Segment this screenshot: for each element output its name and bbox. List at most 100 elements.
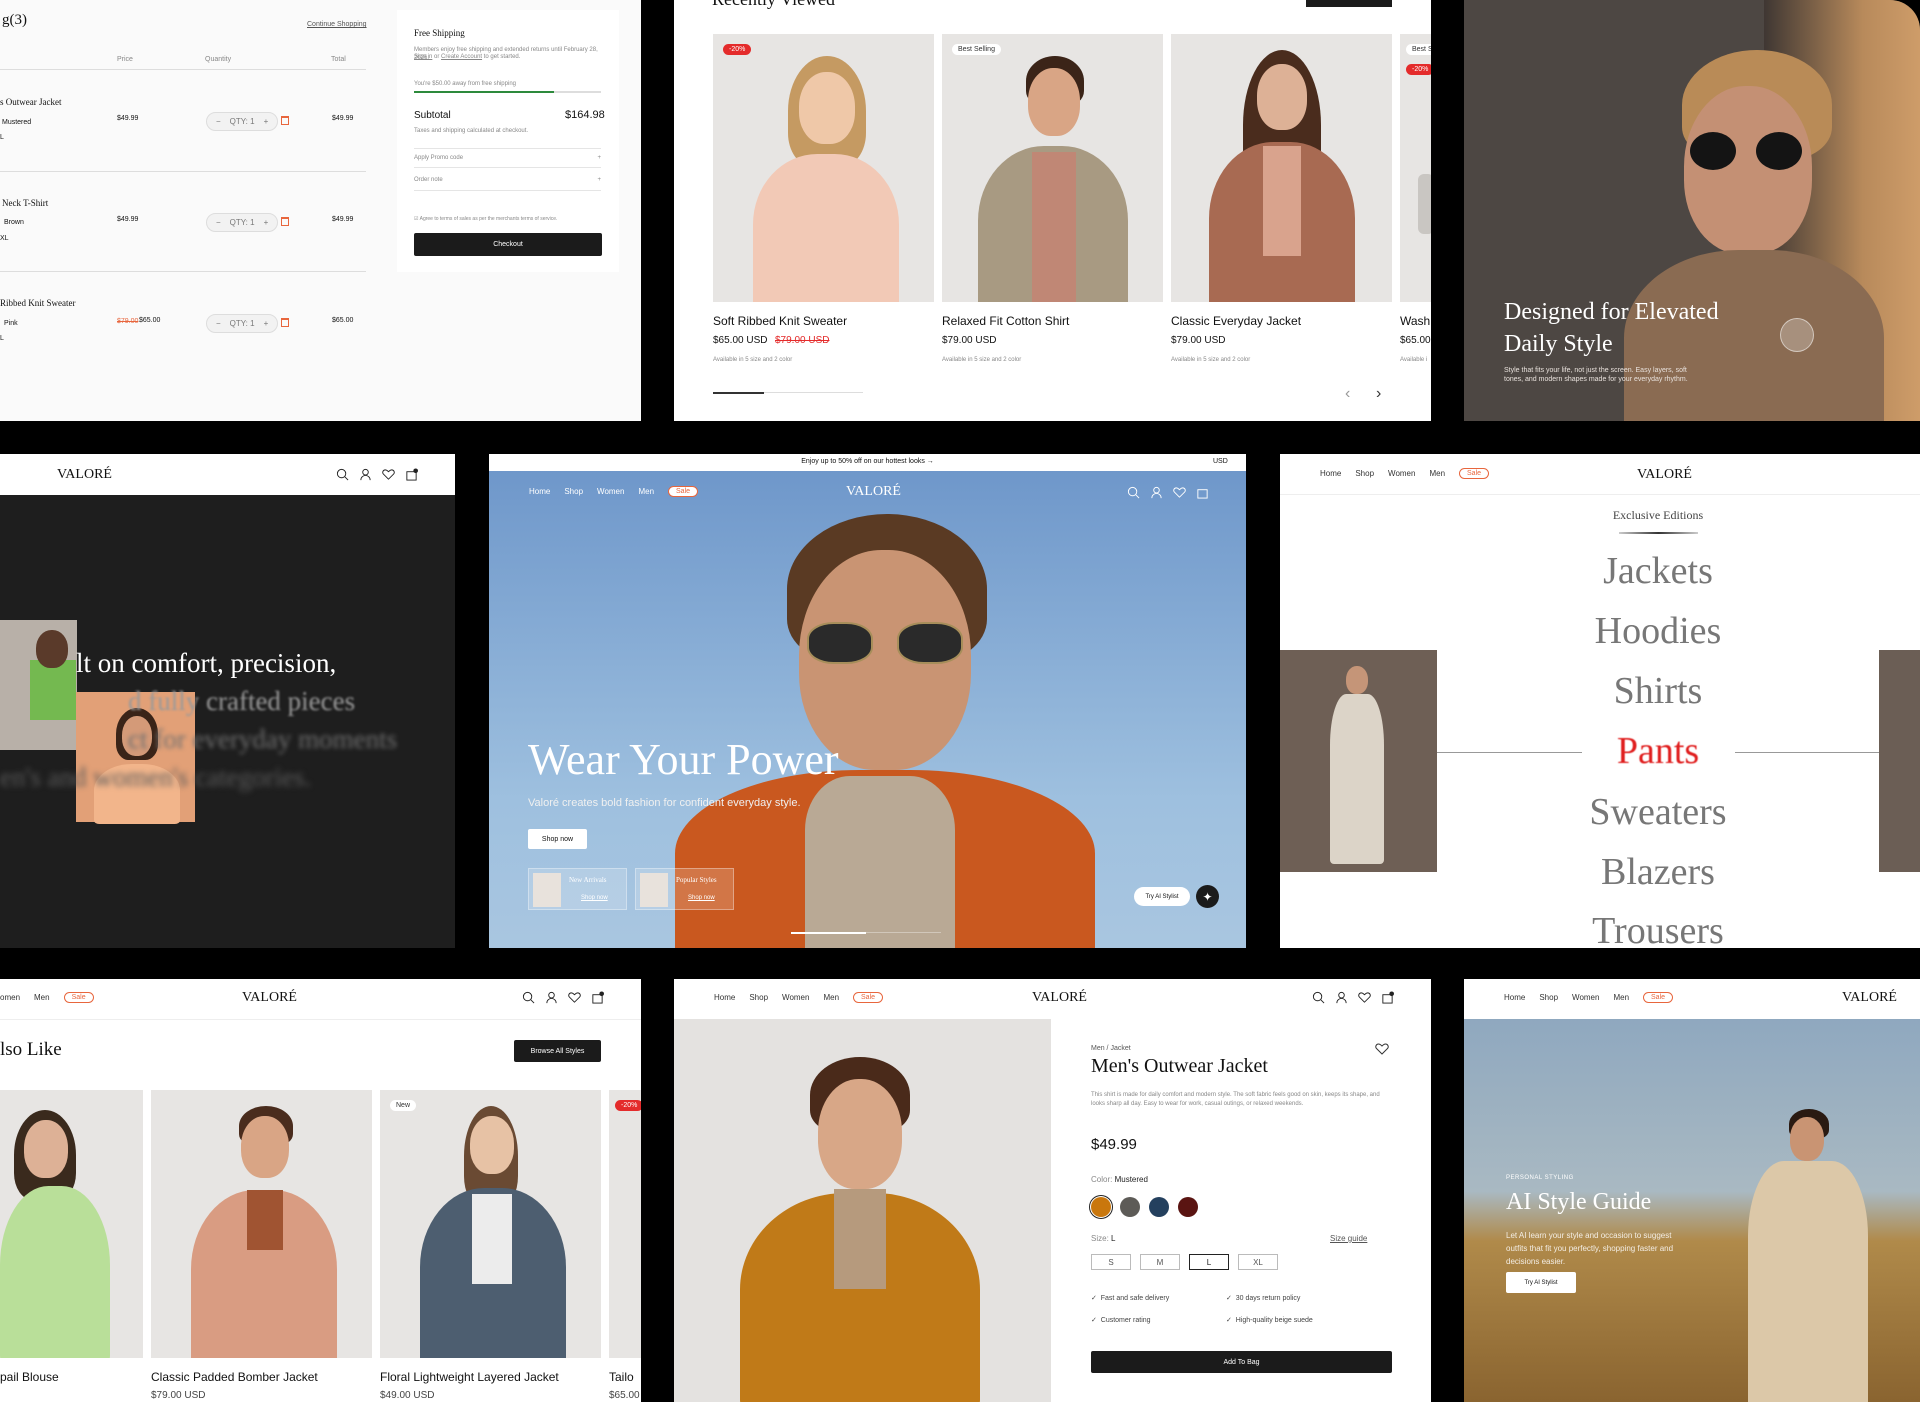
product-name[interactable]: Soft Ribbed Knit Sweater — [713, 314, 847, 328]
product-image[interactable]: -20% — [713, 34, 934, 302]
bag-icon[interactable] — [1381, 991, 1394, 1009]
bag-icon[interactable] — [405, 468, 418, 486]
nav-women[interactable]: omen — [0, 993, 20, 1002]
decrement-button[interactable]: − — [216, 218, 221, 227]
checkout-button[interactable]: Checkout — [414, 233, 602, 256]
promo-code-row[interactable]: Apply Promo code + — [414, 155, 601, 161]
category-item[interactable]: Hoodies — [1280, 609, 1920, 653]
nav-sale[interactable]: Sale — [668, 486, 699, 497]
carousel-scrollbar[interactable] — [713, 392, 863, 394]
search-icon[interactable] — [1127, 486, 1140, 504]
product-gallery-image[interactable] — [674, 1019, 1051, 1402]
user-icon[interactable] — [359, 468, 372, 486]
product-name[interactable]: Classic Padded Bomber Jacket — [151, 1370, 318, 1384]
increment-button[interactable]: + — [264, 117, 269, 126]
user-icon[interactable] — [1335, 991, 1348, 1009]
size-guide-link[interactable]: Size guide — [1330, 1234, 1367, 1243]
brand-logo[interactable]: VALORÉ — [1637, 467, 1692, 483]
heart-icon[interactable] — [1358, 991, 1371, 1009]
product-image[interactable]: Best Selling — [942, 34, 1163, 302]
nav-women[interactable]: Women — [1572, 993, 1599, 1002]
continue-shopping-link[interactable]: Continue Shopping — [307, 21, 367, 28]
size-option[interactable]: L — [1189, 1254, 1229, 1270]
search-icon[interactable] — [336, 468, 349, 486]
trash-icon[interactable] — [281, 318, 289, 327]
browse-all-button[interactable]: Browse All Styles — [514, 1040, 601, 1062]
chevron-right-icon[interactable]: › — [1376, 385, 1381, 403]
nav-sale[interactable]: Sale — [853, 992, 884, 1003]
sign-in-link[interactable]: Sign in — [414, 54, 432, 60]
view-all-button[interactable] — [1306, 0, 1392, 7]
hero-progress[interactable] — [791, 932, 941, 934]
nav-men[interactable]: Men — [1429, 469, 1445, 478]
product-image[interactable]: Best S -20% — [1400, 34, 1431, 302]
product-name[interactable]: Floral Lightweight Layered Jacket — [380, 1370, 559, 1384]
sparkle-icon[interactable]: ✦ — [1196, 885, 1219, 908]
nav-men[interactable]: Men — [823, 993, 839, 1002]
size-option[interactable]: S — [1091, 1254, 1131, 1270]
promo-banner[interactable]: Enjoy up to 50% off on our hottest looks… — [489, 458, 1246, 465]
nav-home[interactable]: Home — [1504, 993, 1525, 1002]
increment-button[interactable]: + — [264, 319, 269, 328]
chevron-left-icon[interactable]: ‹ — [1345, 385, 1350, 403]
brand-logo[interactable]: VALORÉ — [1032, 990, 1087, 1006]
nav-home[interactable]: Home — [714, 993, 735, 1002]
product-image[interactable] — [1171, 34, 1392, 302]
quantity-stepper[interactable]: − QTY: 1 + — [206, 314, 279, 333]
bag-icon[interactable] — [591, 991, 604, 1009]
product-name[interactable]: Classic Everyday Jacket — [1171, 314, 1301, 328]
product-name[interactable]: Relaxed Fit Cotton Shirt — [942, 314, 1069, 328]
popular-styles-card[interactable]: Popular Styles Shop now — [635, 868, 734, 910]
new-arrivals-card[interactable]: New Arrivals Shop now — [528, 868, 627, 910]
order-note-row[interactable]: Order note + — [414, 177, 601, 183]
decrement-button[interactable]: − — [216, 319, 221, 328]
nav-shop[interactable]: Shop — [1539, 993, 1558, 1002]
brand-logo[interactable]: VALORÉ — [846, 484, 901, 500]
product-name[interactable]: Tailo — [609, 1370, 634, 1384]
heart-icon[interactable] — [1173, 486, 1186, 504]
product-image[interactable] — [151, 1090, 372, 1358]
card-link[interactable]: Shop now — [581, 895, 608, 901]
product-image[interactable]: -20% — [609, 1090, 641, 1358]
nav-men[interactable]: Men — [34, 993, 50, 1002]
product-name[interactable]: Wash — [1400, 314, 1430, 328]
nav-shop[interactable]: Shop — [1355, 469, 1374, 478]
create-account-link[interactable]: Create Account — [441, 54, 482, 60]
user-icon[interactable] — [545, 991, 558, 1009]
swatch-grey[interactable] — [1120, 1197, 1140, 1217]
user-icon[interactable] — [1150, 486, 1163, 504]
nav-men[interactable]: Men — [638, 487, 654, 496]
brand-logo[interactable]: VALORÉ — [57, 467, 112, 483]
category-item-active[interactable]: Pants — [1280, 729, 1920, 773]
swatch-mustered[interactable] — [1091, 1197, 1111, 1217]
size-option[interactable]: M — [1140, 1254, 1180, 1270]
swatch-navy[interactable] — [1149, 1197, 1169, 1217]
product-image[interactable]: New — [380, 1090, 601, 1358]
quantity-stepper[interactable]: − QTY: 1 + — [206, 112, 279, 131]
bag-icon[interactable] — [1196, 486, 1209, 504]
swatch-burgundy[interactable] — [1178, 1197, 1198, 1217]
category-item[interactable]: Shirts — [1280, 669, 1920, 713]
nav-sale[interactable]: Sale — [63, 992, 94, 1003]
increment-button[interactable]: + — [264, 218, 269, 227]
heart-icon[interactable] — [382, 468, 395, 486]
shop-now-button[interactable]: Shop now — [528, 829, 587, 849]
product-name[interactable]: pail Blouse — [0, 1370, 59, 1384]
category-item[interactable]: Jackets — [1280, 549, 1920, 593]
ai-stylist-button[interactable]: Try AI Stylist — [1134, 887, 1190, 906]
heart-icon[interactable] — [568, 991, 581, 1009]
trash-icon[interactable] — [281, 217, 289, 226]
breadcrumb[interactable]: Men / Jacket — [1091, 1045, 1131, 1052]
card-link[interactable]: Shop now — [688, 895, 715, 901]
quantity-stepper[interactable]: − QTY: 1 + — [206, 213, 279, 232]
category-item[interactable]: Sweaters — [1280, 790, 1920, 834]
nav-men[interactable]: Men — [1613, 993, 1629, 1002]
nav-home[interactable]: Home — [1320, 469, 1341, 478]
try-ai-stylist-button[interactable]: Try AI Stylist — [1506, 1272, 1576, 1293]
search-icon[interactable] — [522, 991, 535, 1009]
nav-women[interactable]: Women — [782, 993, 809, 1002]
nav-sale[interactable]: Sale — [1459, 468, 1490, 479]
category-item[interactable]: Blazers — [1280, 850, 1920, 894]
product-image[interactable] — [0, 1090, 143, 1358]
brand-logo[interactable]: VALORÉ — [1842, 990, 1897, 1006]
